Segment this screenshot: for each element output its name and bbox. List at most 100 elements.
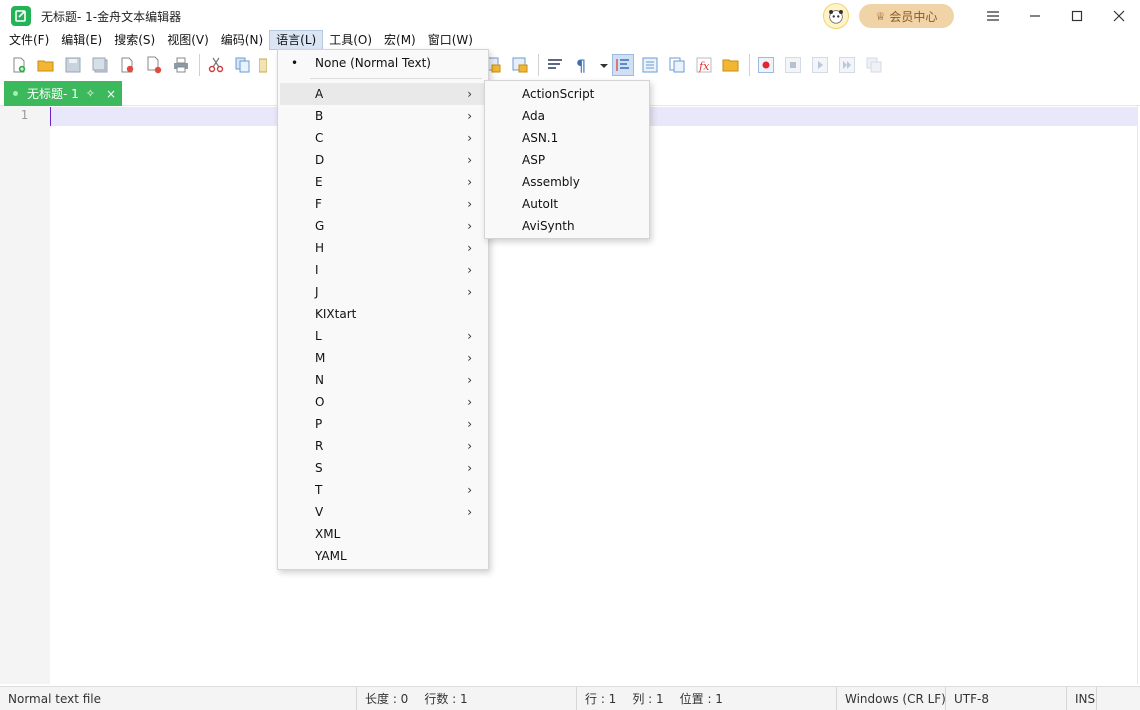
language-item-kixtart[interactable]: KIXtart bbox=[280, 303, 486, 325]
maximize-button[interactable] bbox=[1056, 0, 1098, 32]
show-chars-dropdown[interactable] bbox=[598, 54, 610, 76]
dropdown-arrow-icon bbox=[600, 64, 608, 68]
language-asp[interactable]: ASP bbox=[487, 149, 647, 171]
status-eol[interactable]: Windows (CR LF) bbox=[837, 686, 946, 710]
language-item-i[interactable]: I › bbox=[280, 259, 486, 281]
language-item-c[interactable]: C › bbox=[280, 127, 486, 149]
menu-bar: 文件(F) 编辑(E) 搜索(S) 视图(V) 编码(N) 语言(L) 工具(O… bbox=[0, 30, 1140, 50]
new-file-button[interactable] bbox=[8, 54, 30, 76]
language-item-s[interactable]: S › bbox=[280, 457, 486, 479]
menu-window[interactable]: 窗口(W) bbox=[422, 30, 479, 50]
close-all-button[interactable] bbox=[143, 54, 165, 76]
language-avisynth[interactable]: AviSynth bbox=[487, 215, 647, 237]
record-icon bbox=[758, 57, 774, 73]
document-list-button[interactable] bbox=[666, 54, 688, 76]
status-position: 行 : 1 列 : 1 位置 : 1 bbox=[577, 686, 837, 710]
language-item-label: B bbox=[315, 109, 324, 123]
language-ada[interactable]: Ada bbox=[487, 105, 647, 127]
language-autoit[interactable]: AutoIt bbox=[487, 193, 647, 215]
stop-macro-button[interactable] bbox=[782, 54, 804, 76]
language-asn-1[interactable]: ASN.1 bbox=[487, 127, 647, 149]
hamburger-icon bbox=[987, 11, 999, 21]
language-item-v[interactable]: V › bbox=[280, 501, 486, 523]
function-icon: fx bbox=[696, 57, 712, 73]
chevron-right-icon: › bbox=[467, 153, 472, 167]
language-item-t[interactable]: T › bbox=[280, 479, 486, 501]
language-item-label: L bbox=[315, 329, 322, 343]
minimize-button[interactable] bbox=[1014, 0, 1056, 32]
menu-file[interactable]: 文件(F) bbox=[3, 30, 55, 50]
save-macro-button[interactable] bbox=[863, 54, 885, 76]
sync-horizontal-icon bbox=[512, 57, 528, 73]
word-wrap-button[interactable] bbox=[544, 54, 566, 76]
minimize-icon bbox=[1030, 15, 1040, 17]
language-item-g[interactable]: G › bbox=[280, 215, 486, 237]
menu-view[interactable]: 视图(V) bbox=[161, 30, 215, 50]
chevron-right-icon: › bbox=[467, 373, 472, 387]
record-macro-button[interactable] bbox=[755, 54, 777, 76]
svg-text:¶: ¶ bbox=[576, 56, 586, 74]
show-all-chars-button[interactable]: ¶ bbox=[571, 54, 593, 76]
language-actionscript[interactable]: ActionScript bbox=[487, 83, 647, 105]
document-map-button[interactable] bbox=[639, 54, 661, 76]
user-avatar[interactable] bbox=[823, 3, 849, 29]
language-item-a[interactable]: A › bbox=[280, 83, 486, 105]
paste-button[interactable] bbox=[259, 54, 267, 76]
language-item-n[interactable]: N › bbox=[280, 369, 486, 391]
print-button[interactable] bbox=[170, 54, 192, 76]
indent-guide-button[interactable] bbox=[612, 54, 634, 76]
language-item-j[interactable]: J › bbox=[280, 281, 486, 303]
menu-macro[interactable]: 宏(M) bbox=[378, 30, 422, 50]
save-all-button[interactable] bbox=[89, 54, 111, 76]
language-item-h[interactable]: H › bbox=[280, 237, 486, 259]
pin-icon[interactable]: ✧ bbox=[86, 87, 95, 100]
language-item-m[interactable]: M › bbox=[280, 347, 486, 369]
menu-edit[interactable]: 编辑(E) bbox=[55, 30, 108, 50]
close-file-button[interactable] bbox=[116, 54, 138, 76]
language-none-label: None (Normal Text) bbox=[315, 56, 431, 70]
status-row: 行 : 1 bbox=[585, 691, 617, 706]
language-assembly[interactable]: Assembly bbox=[487, 171, 647, 193]
close-icon bbox=[1113, 10, 1125, 22]
tab-untitled-1[interactable]: 无标题- 1 ✧ × bbox=[4, 81, 122, 106]
function-list-button[interactable]: fx bbox=[693, 54, 715, 76]
status-file-type: Normal text file bbox=[0, 686, 357, 710]
hamburger-menu-button[interactable] bbox=[972, 0, 1014, 32]
language-item-b[interactable]: B › bbox=[280, 105, 486, 127]
tab-close-icon[interactable]: × bbox=[106, 87, 116, 101]
document-map-icon bbox=[642, 57, 658, 73]
language-item-o[interactable]: O › bbox=[280, 391, 486, 413]
language-item-d[interactable]: D › bbox=[280, 149, 486, 171]
status-encoding[interactable]: UTF-8 bbox=[946, 686, 1067, 710]
language-item-f[interactable]: F › bbox=[280, 193, 486, 215]
cut-button[interactable] bbox=[205, 54, 227, 76]
language-item-yaml[interactable]: YAML bbox=[280, 545, 486, 567]
language-item-label: F bbox=[315, 197, 322, 211]
copy-button[interactable] bbox=[232, 54, 254, 76]
save-macro-icon bbox=[866, 57, 882, 73]
selected-bullet-icon: • bbox=[291, 56, 299, 70]
language-item-xml[interactable]: XML bbox=[280, 523, 486, 545]
menu-encoding[interactable]: 编码(N) bbox=[215, 30, 269, 50]
play-macro-button[interactable] bbox=[809, 54, 831, 76]
status-insert-mode[interactable]: INS bbox=[1067, 686, 1097, 710]
vip-center-button[interactable]: ♕ 会员中心 bbox=[859, 4, 954, 28]
language-item-p[interactable]: P › bbox=[280, 413, 486, 435]
close-window-button[interactable] bbox=[1098, 0, 1140, 32]
open-file-button[interactable] bbox=[35, 54, 57, 76]
language-item-l[interactable]: L › bbox=[280, 325, 486, 347]
menu-language[interactable]: 语言(L) bbox=[269, 30, 324, 50]
status-length: 长度 : 0 bbox=[365, 691, 409, 706]
language-none-normal-text[interactable]: • None (Normal Text) bbox=[280, 52, 486, 74]
run-macro-multiple-button[interactable] bbox=[836, 54, 858, 76]
save-button[interactable] bbox=[62, 54, 84, 76]
language-item-label: E bbox=[315, 175, 323, 189]
folder-workspace-button[interactable] bbox=[720, 54, 742, 76]
menu-search[interactable]: 搜索(S) bbox=[108, 30, 161, 50]
sync-horizontal-button[interactable] bbox=[509, 54, 531, 76]
language-item-r[interactable]: R › bbox=[280, 435, 486, 457]
word-wrap-icon bbox=[548, 59, 562, 69]
language-item-label: M bbox=[315, 351, 326, 365]
menu-tools[interactable]: 工具(O) bbox=[323, 30, 378, 50]
language-item-e[interactable]: E › bbox=[280, 171, 486, 193]
